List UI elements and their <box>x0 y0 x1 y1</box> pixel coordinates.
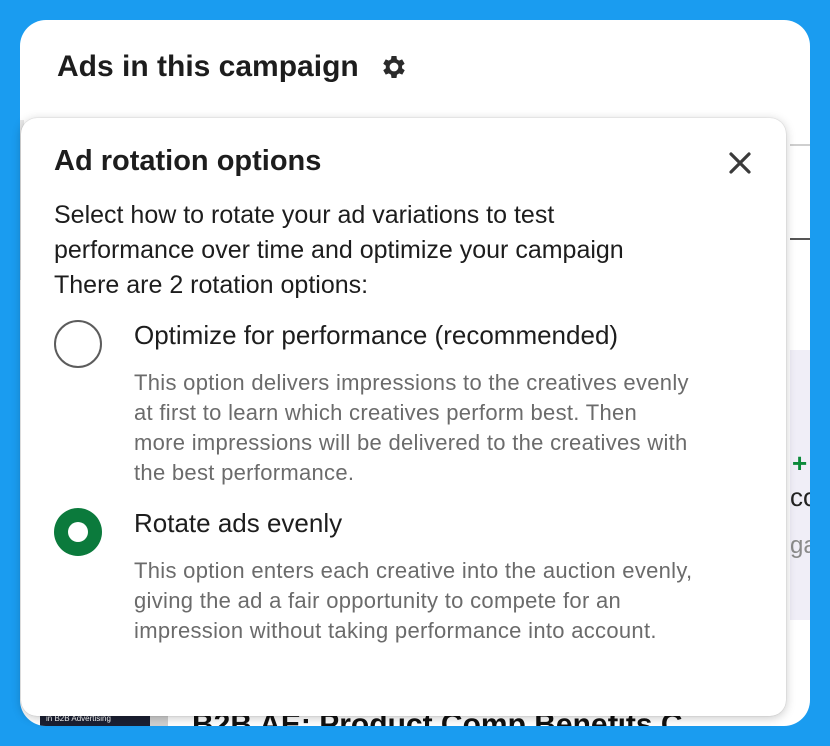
popover-description: Select how to rotate your ad variations … <box>54 201 624 299</box>
bg-divider-top <box>790 144 810 146</box>
bg-plus-icon: + <box>792 448 808 478</box>
bg-text-fragment-muted: ga <box>790 532 810 559</box>
bg-divider-mid <box>790 238 810 240</box>
option-description-optimize: This option delivers impressions to the … <box>134 370 689 485</box>
card-title-row: Ads in this campaign <box>57 50 409 84</box>
bg-text-fragment: co <box>790 482 810 512</box>
radio-rotate-evenly[interactable] <box>54 508 102 556</box>
option-label-optimize[interactable]: Optimize for performance (recommended) <box>134 320 618 351</box>
option-label-rotate-evenly[interactable]: Rotate ads evenly <box>134 508 342 539</box>
popover-title: Ad rotation options <box>54 145 322 177</box>
ad-rotation-popover: Ad rotation options Select how to rotate… <box>21 118 786 716</box>
option-description-rotate-evenly: This option enters each creative into th… <box>134 558 693 643</box>
radio-optimize[interactable] <box>54 320 102 368</box>
card-title: Ads in this campaign <box>57 50 359 83</box>
gear-icon[interactable] <box>379 52 409 82</box>
close-icon[interactable] <box>724 147 756 179</box>
